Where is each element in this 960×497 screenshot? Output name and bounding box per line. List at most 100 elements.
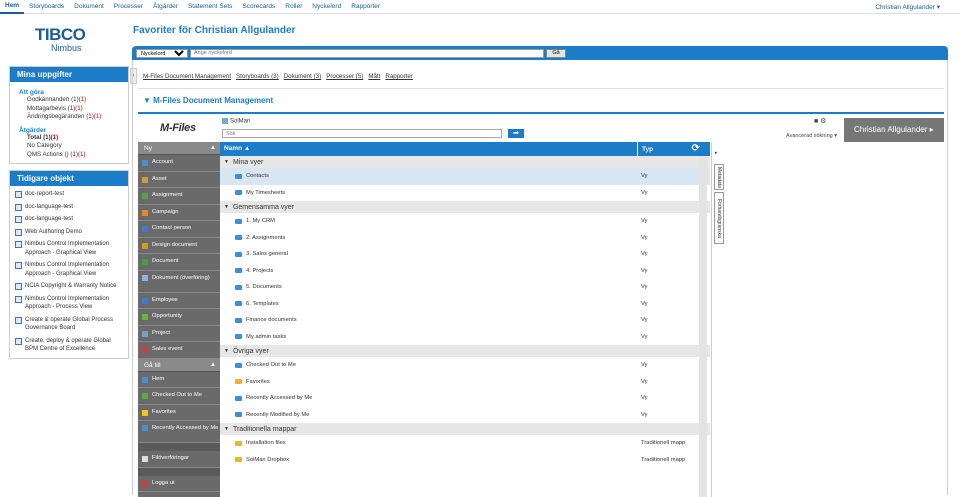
view-group-header[interactable]: ▼ Traditionella mappar <box>220 423 710 435</box>
mfiles-nav-item[interactable]: Sales event <box>138 342 220 359</box>
table-row[interactable]: Contacts Vy <box>220 168 710 185</box>
task-item[interactable]: Ändringsbegäranden (1)(1) <box>19 113 120 122</box>
table-row[interactable]: 4. Projects Vy <box>220 263 710 280</box>
folder-icon <box>235 190 242 196</box>
section-link[interactable]: M-Files Document Management <box>143 73 231 80</box>
actions-heading[interactable]: Åtgärder <box>19 127 120 134</box>
view-group-header[interactable]: ▼ Övriga vyer <box>220 345 710 357</box>
topnav-item-2[interactable]: Dokument <box>69 0 109 13</box>
type-cell: Vy <box>641 284 648 291</box>
topnav-item-8[interactable]: Nyckelord <box>307 0 346 13</box>
column-name-header[interactable]: Namn ▲ <box>220 142 638 156</box>
search-input[interactable] <box>190 48 544 58</box>
task-item[interactable]: QMS Actions () (1)(1) <box>19 151 120 160</box>
topnav-item-6[interactable]: Scorecards <box>237 0 280 13</box>
table-row[interactable]: 5. Documents Vy <box>220 279 710 296</box>
tab-metadata[interactable]: Metadata <box>714 164 724 190</box>
table-row[interactable]: Favorites Vy <box>220 374 710 391</box>
logout-item[interactable]: Logga ut <box>138 475 220 492</box>
recent-item[interactable]: NCIA Copyright & Warranty Notice <box>10 280 128 293</box>
mfiles-nav-item[interactable]: Document <box>138 254 220 271</box>
mfiles-nav-item[interactable]: Recently Accessed by Me <box>138 421 220 443</box>
mfiles-nav-item[interactable]: Contact person <box>138 221 220 238</box>
section-heading[interactable]: ▼ M-Files Document Management <box>143 96 273 105</box>
view-group-header[interactable]: ▼ Mina vyer <box>220 156 710 168</box>
recent-item[interactable]: doc-language-test <box>10 201 128 214</box>
mfiles-nav-item[interactable]: Assignment <box>138 188 220 205</box>
recent-item[interactable]: Nimbus Control Implementation Approach -… <box>10 259 128 280</box>
table-row[interactable]: Installation files Traditionell mapp <box>220 435 710 452</box>
mfiles-nav-item[interactable]: Project <box>138 325 220 342</box>
task-item[interactable]: Godkännanden (1)(1) <box>19 96 120 105</box>
settings-icon[interactable]: ■ ⚙ <box>814 117 826 125</box>
todo-heading[interactable]: Att göra <box>19 89 120 96</box>
mfiles-nav-item[interactable]: Employee <box>138 292 220 309</box>
table-row[interactable]: Checked Out to Me Vy <box>220 357 710 374</box>
mfiles-nav-item[interactable]: Campaign <box>138 204 220 221</box>
table-row[interactable]: Finance documents Vy <box>220 312 710 329</box>
topnav-item-9[interactable]: Rapporter <box>346 0 385 13</box>
file-transfers-item[interactable]: Filöverföringar <box>138 451 220 468</box>
section-link[interactable]: Processer (5) <box>326 73 363 80</box>
mfiles-header: M-Files SolMan ➡ ■ ⚙ Avancerad sökning ▾… <box>138 114 944 142</box>
process-icon <box>15 191 22 198</box>
recent-item[interactable]: doc-language-test <box>10 213 128 226</box>
chevron-right-icon[interactable]: ▸ <box>715 150 718 156</box>
table-row[interactable]: 6. Templates Vy <box>220 296 710 313</box>
task-item[interactable]: Total (1)(1) <box>19 134 120 143</box>
new-section-header[interactable]: Ny ▲ <box>138 142 220 155</box>
mfiles-nav-item[interactable]: Design document <box>138 237 220 254</box>
mfiles-nav-item[interactable]: Account <box>138 155 220 172</box>
recent-item[interactable]: Web Authoring Demo <box>10 226 128 239</box>
recent-item[interactable]: Nimbus Control Implementation Approach -… <box>10 293 128 314</box>
recent-item[interactable]: doc-report-test <box>10 188 128 201</box>
topnav-item-5[interactable]: Statement Sets <box>183 0 237 13</box>
table-row[interactable]: 3. Sales general Vy <box>220 246 710 263</box>
section-link[interactable]: Storyboards (3) <box>236 73 279 80</box>
topnav-item-0[interactable]: Hem <box>0 0 25 14</box>
mfiles-user-button[interactable]: Christian Allgulander ▸ <box>844 118 944 142</box>
column-type-header[interactable]: Typ <box>638 146 653 153</box>
section-link[interactable]: Mått <box>368 73 380 80</box>
topnav-item-7[interactable]: Roller <box>280 0 307 13</box>
topnav-item-4[interactable]: Åtgärder <box>148 0 183 13</box>
grid-scrollbar[interactable] <box>699 156 707 497</box>
search-go-button[interactable]: Gå <box>546 48 566 58</box>
topnav-item-1[interactable]: Storyboards <box>24 0 69 13</box>
search-type-select[interactable]: Nyckelord <box>136 48 188 58</box>
mfiles-nav-item[interactable]: Favorites <box>138 404 220 421</box>
table-row[interactable]: Recently Accessed by Me Vy <box>220 390 710 407</box>
mfiles-nav-item[interactable]: Dokument (överföring) <box>138 270 220 293</box>
mfiles-nav-item[interactable]: Hem <box>138 371 220 388</box>
refresh-icon[interactable]: ⟳ <box>692 143 700 154</box>
recent-item[interactable]: Nimbus Control Implementation Approach -… <box>10 238 128 259</box>
vault-name[interactable]: SolMan <box>222 118 250 125</box>
task-overdue-count: (1) <box>77 150 86 158</box>
table-row[interactable]: Recently Modified by Me Vy <box>220 407 710 424</box>
mfiles-nav-item[interactable]: Checked Out to Me <box>138 388 220 405</box>
mfiles-search-input[interactable] <box>222 129 502 138</box>
table-row[interactable]: My admin tasks Vy <box>220 329 710 346</box>
goto-section-header[interactable]: Gå till ▲ <box>138 358 220 372</box>
section-link[interactable]: Rapporter <box>385 73 413 80</box>
advanced-search-link[interactable]: Avancerad sökning ▾ <box>786 133 837 139</box>
mfiles-nav-item[interactable]: Asset <box>138 171 220 188</box>
mfiles-nav-item[interactable]: Opportunity <box>138 309 220 326</box>
tab-preview[interactable]: Förhandsgranska <box>714 192 724 244</box>
table-row[interactable]: 2. Assignments Vy <box>220 230 710 247</box>
task-item[interactable]: Mottagarbevis (1)(1) <box>19 105 120 114</box>
section-link[interactable]: Dokument (3) <box>284 73 321 80</box>
recent-item[interactable]: Create & operate Global Process Governan… <box>10 314 128 335</box>
chevron-down-icon: ▼ <box>224 159 229 165</box>
recent-item[interactable]: Create, deploy & operate Global BPM Cent… <box>10 335 128 356</box>
mfiles-search-button[interactable]: ➡ <box>508 129 524 138</box>
table-row[interactable]: SolMan Dropbox Traditionell mapp <box>220 452 710 469</box>
table-row[interactable]: 1. My CRM Vy <box>220 213 710 230</box>
table-row[interactable]: My Timesheets Vy <box>220 185 710 202</box>
task-item[interactable]: No Category <box>19 142 120 151</box>
folder-icon <box>235 412 242 418</box>
process-icon <box>15 337 22 345</box>
view-group-header[interactable]: ▼ Gemensamma vyer <box>220 201 710 213</box>
topnav-item-3[interactable]: Processer <box>109 0 148 13</box>
user-menu[interactable]: Christian Allgulander ▾ <box>875 3 940 11</box>
